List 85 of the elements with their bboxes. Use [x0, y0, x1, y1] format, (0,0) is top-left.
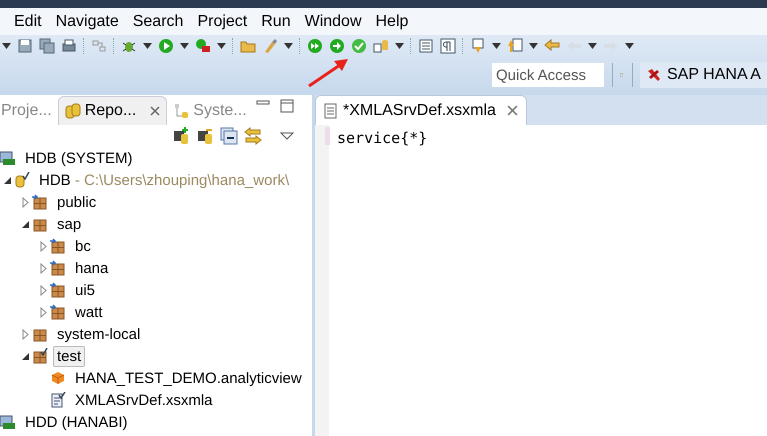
- checked-package-icon: [32, 348, 48, 364]
- chip-add-icon[interactable]: [172, 127, 190, 145]
- menu-item[interactable]: Search: [126, 12, 190, 30]
- fast-forward-icon[interactable]: [307, 38, 323, 54]
- menu-item[interactable]: Run: [254, 12, 298, 30]
- editor-tab[interactable]: *XMLASrvDef.xsxmla: [315, 95, 527, 125]
- tree-item[interactable]: system-local: [53, 324, 144, 344]
- printer-icon[interactable]: [61, 38, 77, 54]
- tree-item[interactable]: HANA_TEST_DEMO.analyticview: [71, 368, 306, 388]
- caret-icon[interactable]: [395, 43, 404, 49]
- link-arrows-icon[interactable]: [244, 127, 262, 145]
- expanded-arrow-icon[interactable]: [20, 350, 30, 362]
- tree-item[interactable]: ui5: [71, 280, 100, 300]
- collapsed-arrow-icon[interactable]: [20, 196, 30, 208]
- view-tab[interactable]: Repo...: [58, 96, 168, 125]
- database-check-icon: [14, 172, 30, 188]
- close-icon[interactable]: [506, 105, 518, 116]
- collapsed-arrow-icon[interactable]: [38, 306, 48, 318]
- code-line: service{*}: [337, 129, 428, 147]
- collapsed-arrow-icon[interactable]: [38, 240, 48, 252]
- system-icon: [0, 150, 16, 166]
- caret-icon[interactable]: [2, 43, 11, 49]
- view-tab[interactable]: Syste...: [167, 97, 253, 125]
- linked-package-icon: [50, 260, 66, 276]
- menu-item[interactable]: Window: [298, 12, 368, 30]
- tree-item[interactable]: HDB (SYSTEM): [21, 148, 137, 168]
- tree-item[interactable]: HDD (HANABI): [21, 412, 132, 432]
- collapse-all-icon[interactable]: [220, 127, 238, 145]
- tree-item[interactable]: bc: [71, 236, 95, 256]
- collapsed-arrow-icon[interactable]: [38, 284, 48, 296]
- linked-package-icon: [50, 238, 66, 254]
- expanded-arrow-icon[interactable]: [20, 218, 30, 230]
- brush-icon[interactable]: [262, 38, 278, 54]
- up-document-icon[interactable]: [507, 38, 523, 54]
- tools-icon: [646, 67, 662, 83]
- menu-item[interactable]: Project: [190, 12, 254, 30]
- maximize-icon[interactable]: [280, 99, 294, 113]
- view-tab[interactable]: Proje...: [0, 97, 58, 125]
- document-icon: [324, 102, 338, 118]
- database-icon: [64, 103, 81, 119]
- close-icon[interactable]: [150, 106, 160, 116]
- caret-icon[interactable]: [588, 43, 597, 49]
- pilcrow-icon[interactable]: [440, 38, 456, 54]
- linked-package-icon: [50, 282, 66, 298]
- down-document-icon[interactable]: [470, 38, 486, 54]
- save-all-icon[interactable]: [39, 38, 55, 54]
- save-icon[interactable]: [17, 38, 33, 54]
- menu-item[interactable]: Edit: [7, 12, 49, 30]
- caret-icon[interactable]: [180, 43, 189, 49]
- document-check-icon: [50, 392, 66, 408]
- linked-package-icon: [50, 304, 66, 320]
- menu-item[interactable]: Help: [368, 12, 416, 30]
- perspective-button[interactable]: SAP HANA A: [640, 62, 767, 88]
- caret-icon[interactable]: [529, 43, 538, 49]
- page-icon[interactable]: [418, 38, 434, 54]
- run-icon[interactable]: [158, 38, 174, 54]
- check-icon[interactable]: [351, 38, 367, 54]
- forward-icon[interactable]: [329, 38, 345, 54]
- collapsed-arrow-icon[interactable]: [38, 262, 48, 274]
- quick-access-field[interactable]: Quick Access: [492, 63, 604, 87]
- tree-item[interactable]: watt: [71, 302, 107, 322]
- tree-item[interactable]: sap: [53, 214, 86, 234]
- caret-icon[interactable]: [492, 43, 501, 49]
- menu-item[interactable]: Navigate: [48, 12, 126, 30]
- caret-icon[interactable]: [217, 43, 226, 49]
- tree-item[interactable]: XMLASrvDef.xsxmla: [71, 390, 217, 410]
- tree-item[interactable]: public: [53, 192, 100, 212]
- repository-path: - C:\Users\zhouping\hana_work\: [74, 172, 290, 188]
- external-tool-icon[interactable]: [195, 38, 211, 54]
- tree-item[interactable]: hana: [71, 258, 112, 278]
- system-node-icon: [173, 103, 190, 119]
- expanded-arrow-icon[interactable]: [2, 174, 12, 186]
- system-icon: [0, 414, 16, 430]
- caret-icon[interactable]: [284, 43, 293, 49]
- chip-refresh-icon[interactable]: [196, 127, 214, 145]
- caret-icon[interactable]: [143, 43, 152, 49]
- back-arrow-icon[interactable]: [544, 38, 560, 54]
- tree-item[interactable]: test: [53, 346, 86, 366]
- database-switch-icon[interactable]: [373, 38, 389, 54]
- cube-icon: [50, 370, 66, 386]
- caret-icon[interactable]: [625, 43, 634, 49]
- annotation-arrow: [306, 56, 350, 88]
- collapsed-arrow-icon[interactable]: [20, 328, 30, 340]
- linked-package-icon: [32, 194, 48, 210]
- repository-name: HDB: [39, 172, 71, 188]
